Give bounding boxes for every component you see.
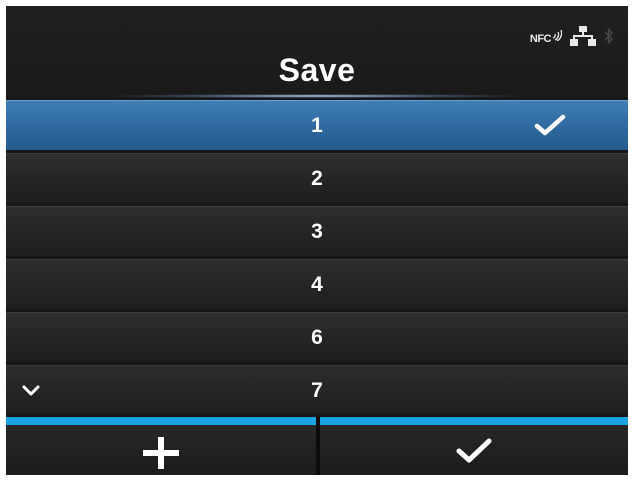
list-item[interactable]: 2 [6, 153, 628, 203]
nfc-label: NFC [529, 32, 552, 45]
wired-network-icon [570, 26, 596, 51]
list-item[interactable]: 7 [6, 365, 628, 414]
list-item[interactable]: 4 [6, 259, 628, 309]
add-button[interactable] [6, 417, 316, 475]
nfc-icon: NFC [529, 29, 562, 45]
button-accent-bar [6, 417, 316, 425]
checkmark-icon [534, 113, 566, 142]
save-slot-list: 1 2 3 4 6 7 [6, 100, 628, 417]
list-item[interactable]: 3 [6, 206, 628, 256]
list-item-label: 3 [311, 220, 323, 243]
printer-screen: NFC Save 1 2 3 4 6 7 [6, 6, 628, 475]
list-item[interactable]: 6 [6, 312, 628, 362]
status-icons: NFC [530, 26, 614, 51]
list-item-label: 2 [311, 167, 323, 190]
header: NFC Save [6, 6, 628, 98]
bluetooth-icon [604, 27, 614, 50]
title-underline-glow [116, 94, 516, 98]
checkmark-icon [456, 437, 492, 470]
bottom-button-bar [6, 417, 628, 475]
confirm-button[interactable] [320, 417, 628, 475]
list-item[interactable]: 1 [6, 100, 628, 150]
button-accent-bar [320, 417, 628, 425]
plus-icon [143, 437, 179, 474]
page-title: Save [278, 52, 356, 88]
list-item-label: 4 [311, 273, 323, 296]
list-item-label: 7 [311, 379, 323, 402]
list-item-label: 6 [311, 326, 323, 349]
